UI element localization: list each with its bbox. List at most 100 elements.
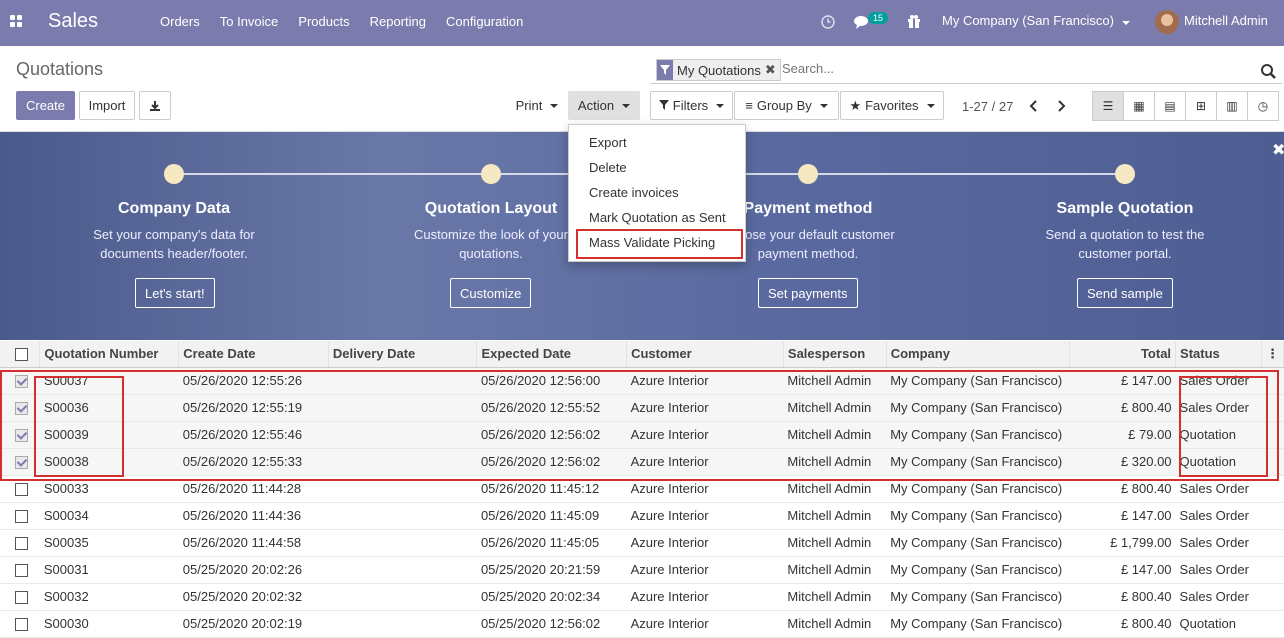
row-checkbox[interactable] [15,564,28,578]
cell-customer: Azure Interior [626,529,784,557]
row-select-cell [0,583,40,611]
activity-view-icon[interactable]: ◷ [1247,91,1279,121]
star-icon: ★ [849,97,862,113]
table-row[interactable]: S00035 05/26/2020 11:44:58 05/26/2020 11:4… [0,529,1284,557]
menu-products[interactable]: Products [288,14,359,29]
cell-sales: Mitchell Admin [783,610,887,638]
row-checkbox[interactable] [15,510,28,524]
cell-total: £ 1,799.00 [1069,529,1176,557]
column-header[interactable]: Salesperson [783,341,887,368]
row-checkbox[interactable] [15,537,28,551]
cell-status: Quotation [1175,610,1262,638]
pivot-view-icon[interactable]: ⊞ [1185,91,1217,121]
search-input[interactable] [782,61,1242,76]
apps-grid-icon[interactable] [10,15,24,29]
column-header[interactable]: Total [1069,341,1177,368]
create-button[interactable]: Create [16,91,75,120]
menu-orders[interactable]: Orders [150,14,210,29]
graph-view-icon[interactable]: ▥ [1216,91,1248,121]
chevron-right-icon[interactable] [1056,99,1066,113]
table-row[interactable]: S00031 05/25/2020 20:02:26 05/25/2020 20:2… [0,556,1284,584]
chevron-down-icon [1121,21,1130,25]
action-dropdown[interactable]: Action [568,91,640,120]
cell-expected: 05/25/2020 20:21:59 [476,556,627,584]
step-dot [798,164,818,184]
filters-label: Filters [672,98,709,113]
menu-reporting[interactable]: Reporting [360,14,436,29]
app-brand[interactable]: Sales [48,10,98,33]
highlight-box [1179,376,1268,477]
set-payments-button[interactable]: Set payments [758,278,858,308]
cell-create: 05/25/2020 20:02:32 [178,583,329,611]
control-panel: Quotations Create Import Print Action My… [0,46,1284,132]
column-header[interactable]: Status [1175,341,1262,368]
cell-sales: Mitchell Admin [783,583,887,611]
print-dropdown[interactable]: Print [507,91,567,120]
table-row[interactable]: S00032 05/25/2020 20:02:32 05/25/2020 20:0… [0,583,1284,611]
table-row[interactable]: S00030 05/25/2020 20:02:19 05/25/2020 12:5… [0,610,1284,638]
chevron-down-icon [819,103,828,108]
column-header[interactable]: Quotation Number [39,341,180,368]
group-by-label: Group By [756,98,812,113]
cell-total: £ 800.40 [1069,610,1176,638]
download-button[interactable] [139,91,171,120]
close-icon[interactable]: ✖ [765,62,780,78]
column-header[interactable]: Expected Date [476,341,628,368]
cell-sales: Mitchell Admin [783,556,887,584]
download-icon [150,100,160,111]
close-icon[interactable]: ✖ [1272,140,1284,160]
pager-value[interactable]: 1-27 / 27 [962,99,1013,114]
row-checkbox[interactable] [15,591,28,605]
column-options-icon[interactable]: ⋮ [1261,341,1284,368]
action-menu-mark-sent[interactable]: Mark Quotation as Sent [589,210,726,225]
lets-start-button[interactable]: Let's start! [135,278,215,308]
search-facet[interactable]: My Quotations ✖ [656,59,781,81]
select-all-checkbox[interactable] [15,348,28,362]
filters-dropdown[interactable]: Filters [650,91,733,120]
cell-total: £ 147.00 [1069,556,1176,584]
group-by-dropdown[interactable]: ≡ Group By [734,91,839,120]
company-name: My Company (San Francisco) [942,13,1114,28]
row-checkbox[interactable] [15,483,28,497]
row-spacer [1261,556,1284,584]
gift-icon[interactable] [907,14,921,28]
row-checkbox[interactable] [15,618,28,632]
menu-to-invoice[interactable]: To Invoice [210,14,289,29]
kanban-view-icon[interactable]: ▦ [1123,91,1155,121]
avatar[interactable] [1155,10,1179,34]
chevron-left-icon[interactable] [1029,99,1039,113]
filter-icon [658,98,669,113]
row-spacer [1261,583,1284,611]
import-button[interactable]: Import [79,91,135,120]
row-select-cell [0,529,40,557]
column-header[interactable]: Customer [626,341,784,368]
column-header[interactable]: Company [886,341,1070,368]
step-dot [481,164,501,184]
action-menu-export[interactable]: Export [589,135,627,150]
row-spacer [1261,502,1284,530]
search-icon[interactable] [1260,63,1276,79]
action-label: Action [577,98,615,113]
chevron-down-icon [550,103,559,108]
clock-icon[interactable] [821,15,835,29]
menu-configuration[interactable]: Configuration [436,14,533,29]
cell-status: Sales Order [1175,529,1262,557]
column-header[interactable]: Delivery Date [328,341,478,368]
cell-status: Sales Order [1175,556,1262,584]
customize-button[interactable]: Customize [450,278,532,308]
company-switcher[interactable]: My Company (San Francisco) [942,13,1130,28]
user-menu[interactable]: Mitchell Admin [1184,13,1268,28]
table-row[interactable]: S00034 05/26/2020 11:44:36 05/26/2020 11:4… [0,502,1284,530]
cell-sales: Mitchell Admin [783,529,887,557]
list-view-icon[interactable]: ☰ [1092,91,1124,121]
action-menu-delete[interactable]: Delete [589,160,627,175]
top-navbar: Sales Orders To Invoice Products Reporti… [0,0,1284,46]
row-select-cell [0,502,40,530]
action-menu-create-invoices[interactable]: Create invoices [589,185,679,200]
cell-status: Sales Order [1175,502,1262,530]
calendar-view-icon[interactable]: ▤ [1154,91,1186,121]
favorites-dropdown[interactable]: ★ Favorites [840,91,944,120]
step-description: Send a quotation to test the customer po… [1045,227,1205,261]
send-sample-button[interactable]: Send sample [1077,278,1173,308]
column-header[interactable]: Create Date [178,341,329,368]
